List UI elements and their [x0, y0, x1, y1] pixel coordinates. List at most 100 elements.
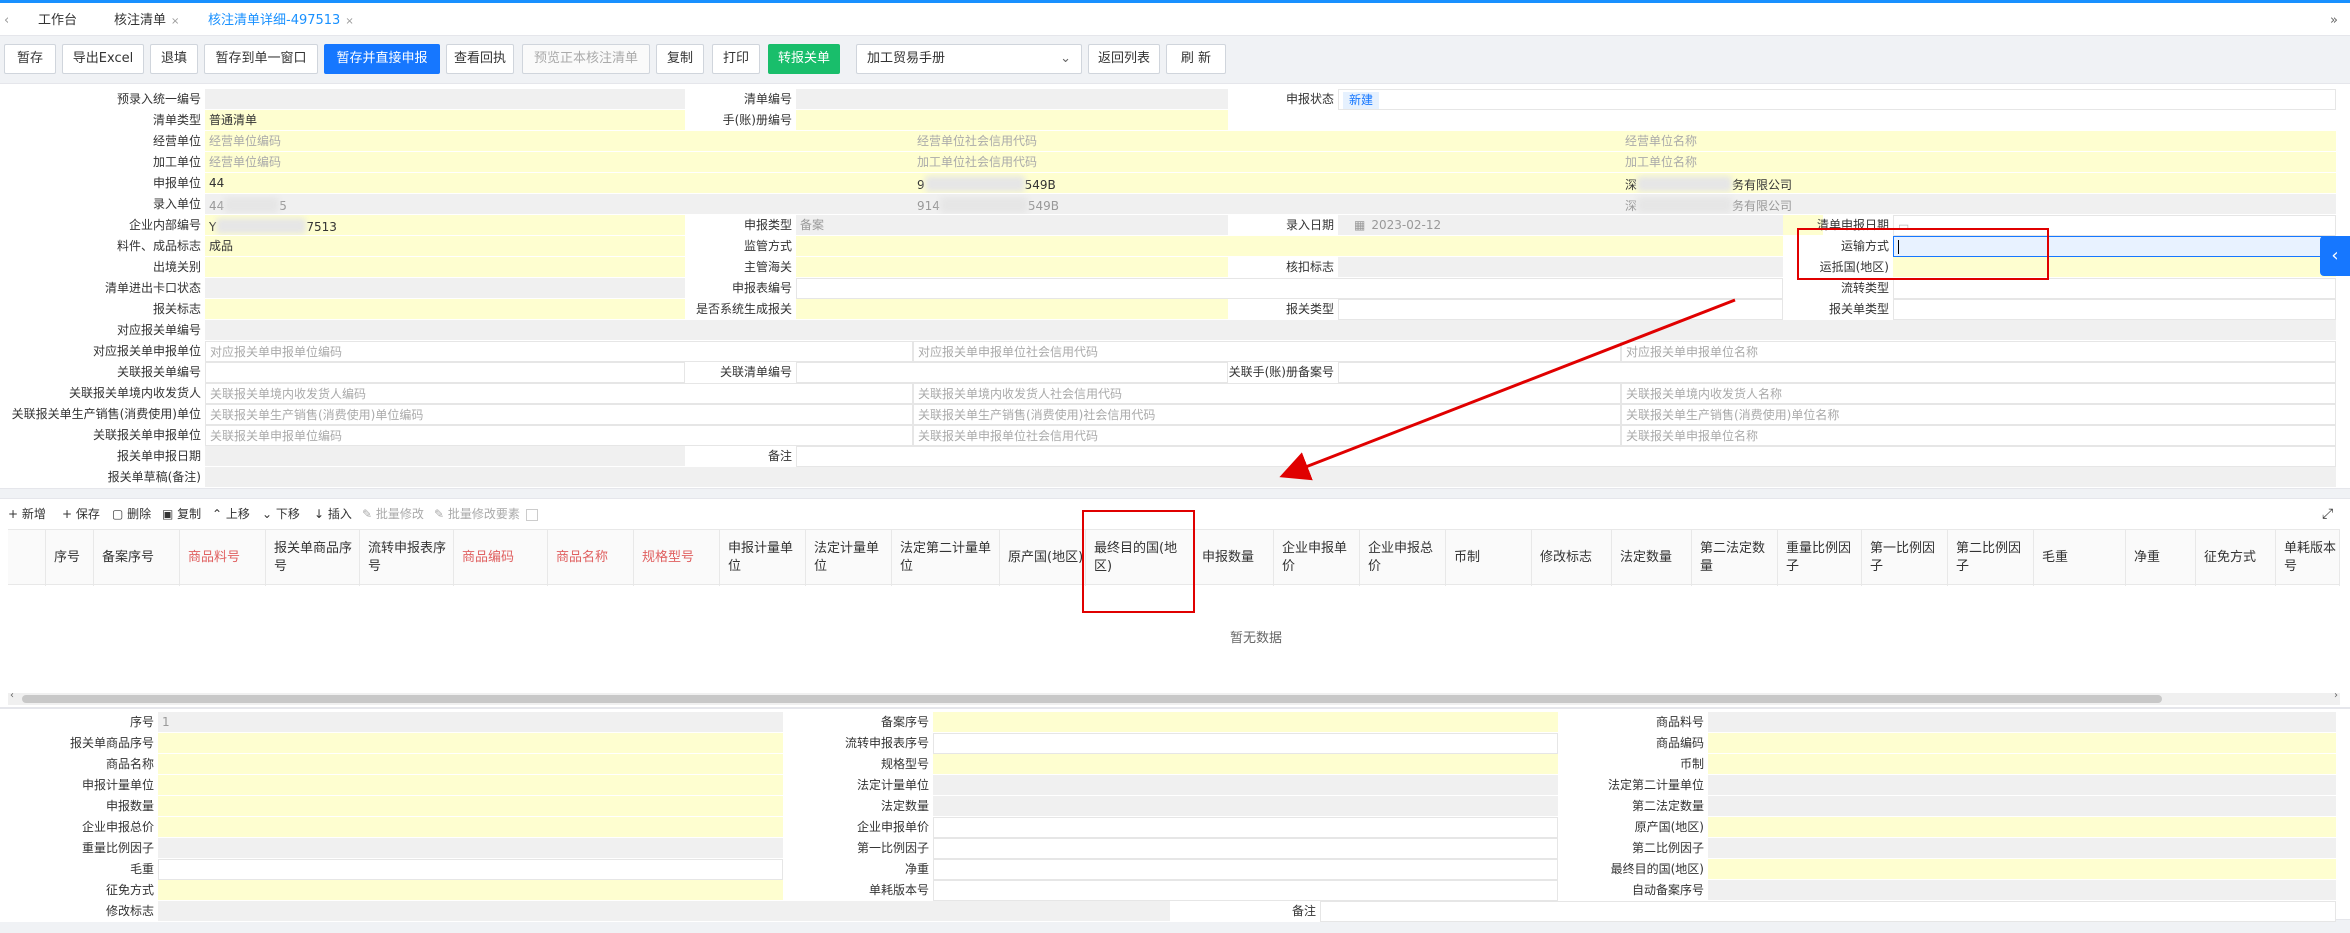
print-button[interactable]: 打印 — [712, 44, 760, 74]
detail-input[interactable] — [1708, 775, 2336, 796]
column-header[interactable]: 商品名称 — [548, 530, 634, 586]
add-row-button[interactable]: + 新增 — [8, 505, 46, 523]
detail-input[interactable] — [158, 817, 783, 838]
close-icon[interactable]: × — [345, 16, 353, 27]
detail-input[interactable] — [1708, 712, 2336, 733]
rel-producer-credit-input[interactable]: 关联报关单生产销售(消费使用)社会信用代码 — [913, 404, 1621, 425]
column-header[interactable]: 备案序号 — [94, 530, 180, 586]
detail-input[interactable] — [933, 838, 1558, 859]
column-header[interactable]: 规格型号 — [634, 530, 720, 586]
corr-unit-credit-input[interactable]: 对应报关单申报单位社会信用代码 — [913, 341, 1621, 362]
detail-input[interactable] — [1708, 754, 2336, 775]
back-to-list-button[interactable]: 返回列表 — [1088, 44, 1160, 74]
flow-type-select[interactable] — [1893, 278, 2336, 299]
batch-edit-elements-button[interactable]: ✎ 批量修改要素 — [434, 505, 538, 523]
detail-input[interactable] — [158, 796, 783, 817]
biz-unit-credit-code-input[interactable]: 经营单位社会信用代码 — [913, 131, 1621, 152]
rel-consignee-name-input[interactable]: 关联报关单境内收发货人名称 — [1621, 383, 2336, 404]
column-header[interactable]: 征免方式 — [2196, 530, 2276, 586]
list-type-select[interactable]: 普通清单 — [205, 110, 685, 131]
rel-declarer-name-input[interactable]: 关联报关单申报单位名称 — [1621, 425, 2336, 446]
column-header[interactable]: 商品料号 — [180, 530, 266, 586]
proc-unit-credit-code-input[interactable]: 加工单位社会信用代码 — [913, 152, 1621, 173]
copy-row-button[interactable]: ▣ 复制 — [162, 505, 201, 523]
column-header[interactable]: 流转申报表序号 — [360, 530, 454, 586]
tab-workbench[interactable]: 工作台 — [38, 11, 77, 31]
rel-consignee-credit-input[interactable]: 关联报关单境内收发货人社会信用代码 — [913, 383, 1621, 404]
delete-row-button[interactable]: ▢ 删除 — [112, 505, 151, 523]
column-header[interactable]: 修改标志 — [1532, 530, 1612, 586]
scroll-left-icon[interactable]: ‹ — [10, 690, 14, 701]
convert-to-declaration-button[interactable]: 转报关单 — [768, 44, 840, 74]
column-header[interactable]: 第一比例因子 — [1862, 530, 1948, 586]
material-flag-select[interactable]: 成品 — [205, 236, 685, 257]
close-icon[interactable]: × — [171, 16, 179, 27]
internal-no-input[interactable]: Y 7513 — [205, 215, 685, 236]
rel-producer-name-input[interactable]: 关联报关单生产销售(消费使用)单位名称 — [1621, 404, 2336, 425]
preview-original-button[interactable]: 预览正本核注清单 — [522, 44, 650, 74]
save-to-single-window-button[interactable]: 暂存到单一窗口 — [204, 44, 318, 74]
remark-input[interactable] — [796, 446, 2336, 467]
column-header[interactable]: 法定计量单位 — [806, 530, 892, 586]
remark-input[interactable] — [1320, 901, 2336, 922]
detail-input[interactable] — [1708, 733, 2336, 754]
move-up-button[interactable]: ⌃ 上移 — [212, 505, 250, 523]
checkbox[interactable] — [525, 508, 538, 521]
tabs-scroll-left-icon[interactable]: ‹ — [4, 11, 9, 31]
scrollbar-thumb[interactable] — [22, 695, 2162, 703]
temp-save-button[interactable]: 暂存 — [4, 44, 56, 74]
customs-flag-select[interactable] — [205, 299, 685, 320]
column-header[interactable]: 原产国(地区) — [1000, 530, 1086, 586]
fullscreen-icon[interactable]: ⤢ — [2322, 505, 2333, 523]
column-header[interactable]: 毛重 — [2034, 530, 2126, 586]
detail-input[interactable] — [158, 775, 783, 796]
declare-unit-credit-code-input[interactable]: 9 549B — [913, 173, 1621, 194]
detail-input[interactable]: 1 — [158, 712, 783, 733]
supervision-mode-input[interactable] — [796, 236, 1783, 257]
detail-input[interactable] — [158, 754, 783, 775]
rel-list-no-input[interactable] — [796, 362, 1228, 383]
detail-input[interactable] — [158, 859, 783, 880]
proc-unit-code-input[interactable]: 经营单位编码 — [205, 152, 913, 173]
corr-unit-code-input[interactable]: 对应报关单申报单位编码 — [205, 341, 913, 362]
column-header[interactable]: 单耗版本号 — [2276, 530, 2340, 586]
column-header[interactable]: 企业申报总价 — [1360, 530, 1446, 586]
refill-button[interactable]: 退填 — [150, 44, 198, 74]
detail-input[interactable] — [933, 880, 1558, 901]
insert-row-button[interactable]: ↓ 插入 — [314, 505, 352, 523]
column-header[interactable]: 法定第二计量单位 — [892, 530, 1000, 586]
refresh-button[interactable]: 刷 新 — [1166, 44, 1226, 74]
column-header[interactable]: 重量比例因子 — [1778, 530, 1862, 586]
proc-unit-name-input[interactable]: 加工单位名称 — [1621, 152, 2336, 173]
declare-unit-code-input[interactable]: 44 — [205, 173, 913, 194]
main-customs-input[interactable] — [796, 257, 1228, 278]
rel-declarer-code-input[interactable]: 关联报关单申报单位编码 — [205, 425, 913, 446]
exit-customs-input[interactable] — [205, 257, 685, 278]
trade-manual-select[interactable]: 加工贸易手册 ⌄ — [856, 44, 1082, 74]
copy-button[interactable]: 复制 — [656, 44, 704, 74]
column-header[interactable]: 序号 — [46, 530, 94, 586]
scroll-right-icon[interactable]: › — [2334, 690, 2338, 701]
declare-form-no-input[interactable] — [796, 278, 1783, 299]
column-header[interactable]: 法定数量 — [1612, 530, 1692, 586]
tab-checklist[interactable]: 核注清单 × — [114, 11, 179, 31]
rel-producer-code-input[interactable]: 关联报关单生产销售(消费使用)单位编码 — [205, 404, 913, 425]
detail-input[interactable] — [158, 880, 783, 901]
detail-input[interactable] — [933, 775, 1558, 796]
column-header[interactable]: 第二比例因子 — [1948, 530, 2034, 586]
detail-input[interactable] — [933, 796, 1558, 817]
auto-gen-select[interactable] — [796, 299, 1228, 320]
save-and-declare-button[interactable]: 暂存并直接申报 — [324, 44, 440, 74]
detail-input[interactable] — [1708, 880, 2336, 901]
save-row-button[interactable]: + 保存 — [62, 505, 100, 523]
collapse-panel-handle[interactable]: ‹ — [2320, 236, 2350, 276]
detail-input[interactable] — [933, 817, 1558, 838]
move-down-button[interactable]: ⌄ 下移 — [262, 505, 300, 523]
export-excel-button[interactable]: 导出Excel — [62, 44, 144, 74]
rel-declaration-no-input[interactable] — [205, 362, 685, 383]
column-header[interactable]: 净重 — [2126, 530, 2196, 586]
customs-type-select[interactable] — [1338, 299, 1783, 320]
column-header[interactable]: 申报数量 — [1194, 530, 1274, 586]
detail-input[interactable] — [158, 733, 783, 754]
rel-manual-no-input[interactable] — [1338, 362, 2336, 383]
